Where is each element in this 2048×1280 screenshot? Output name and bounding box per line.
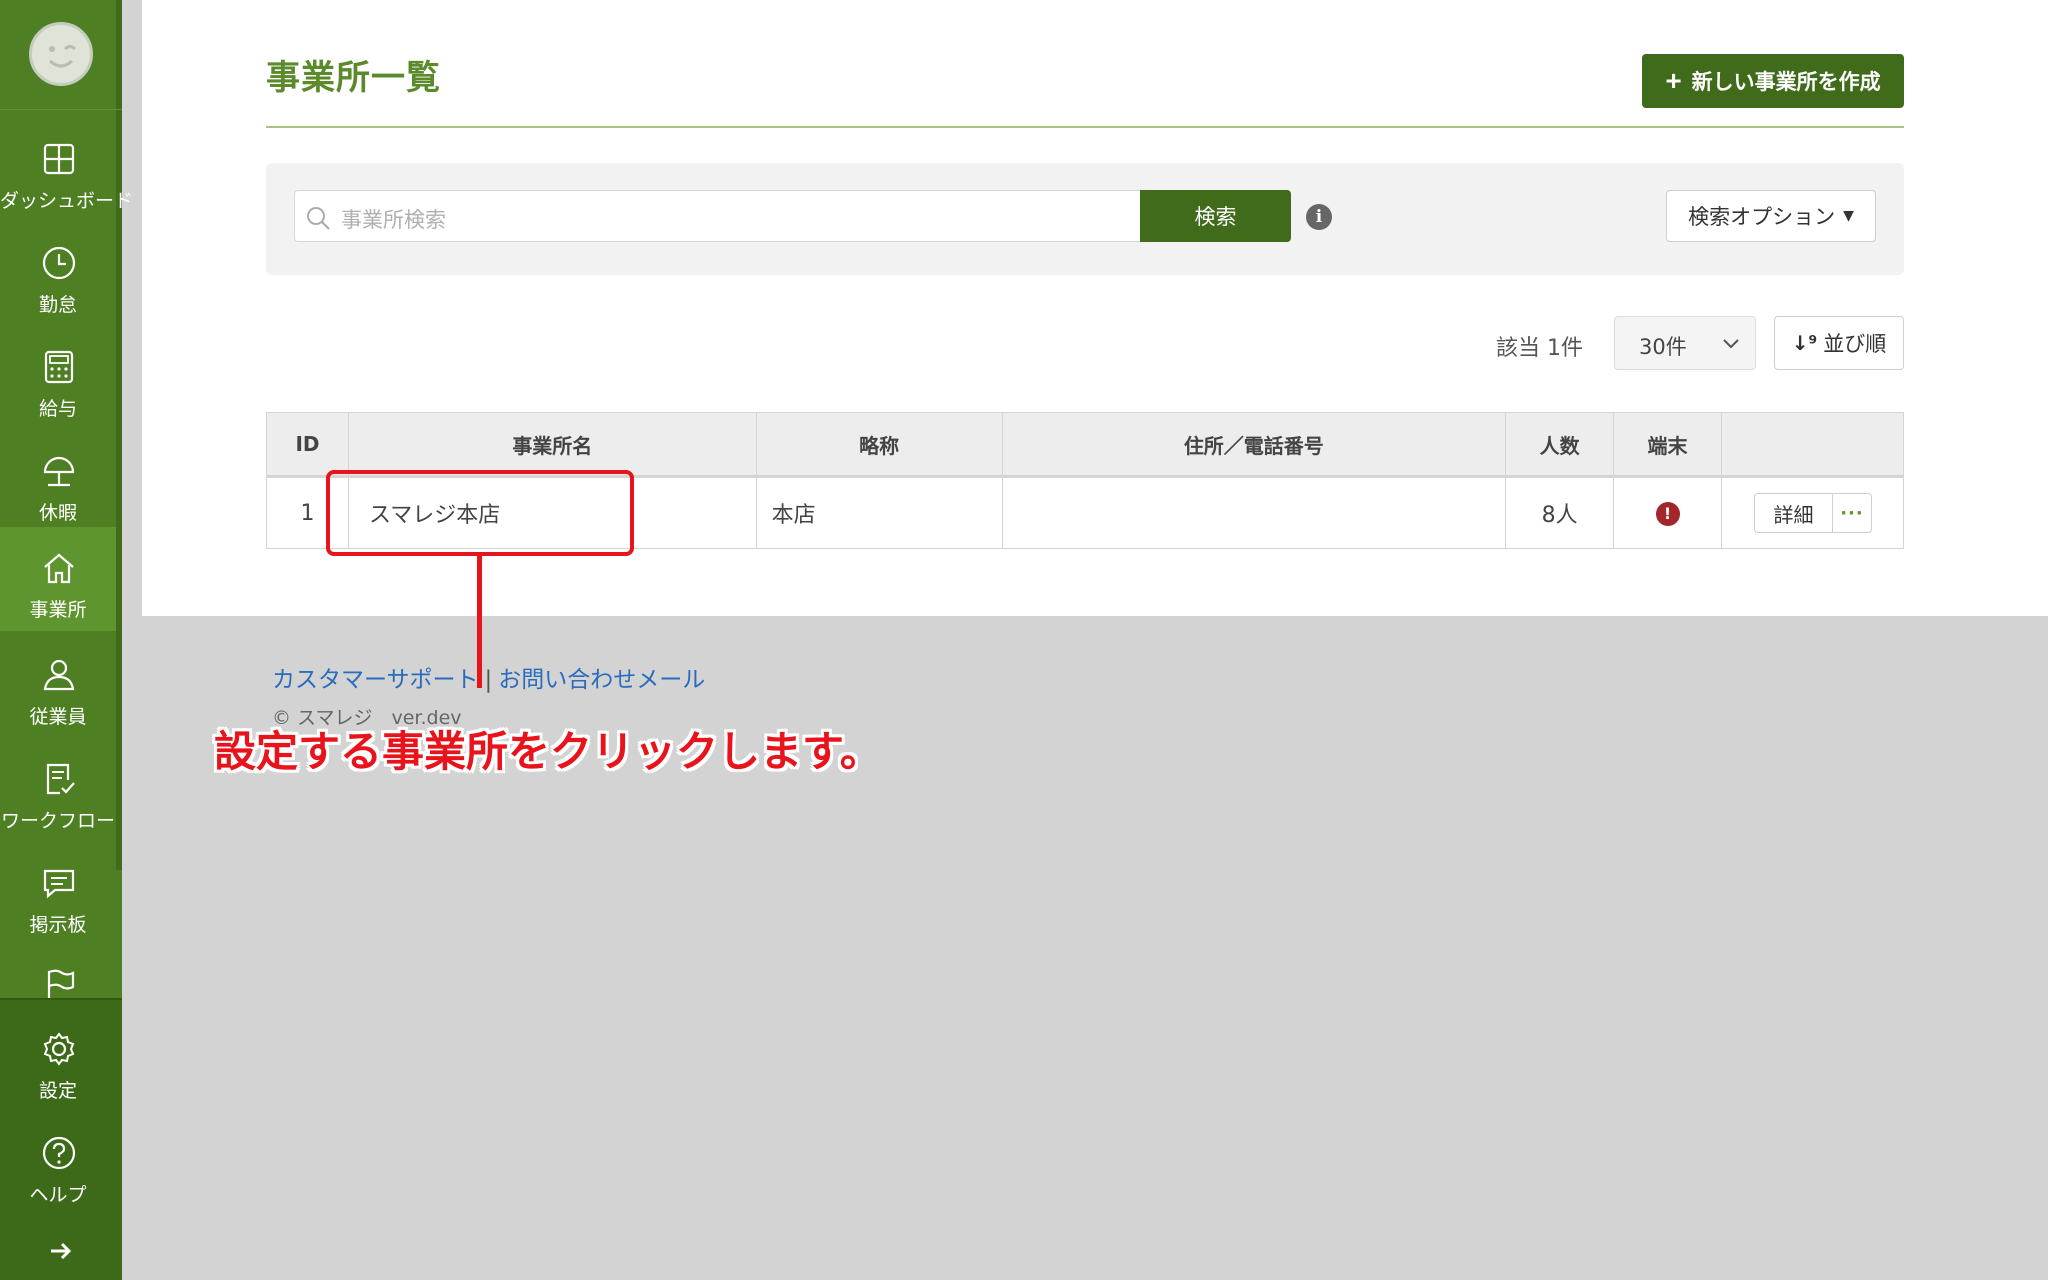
cell-address: [1001, 476, 1507, 549]
home-icon: [44, 553, 74, 584]
message-icon: [43, 869, 75, 899]
sort-icon: ↓⁹: [1791, 331, 1818, 355]
col-header-id: ID: [266, 412, 349, 478]
title-divider: [266, 126, 1904, 128]
per-page-select[interactable]: 30件: [1614, 316, 1756, 370]
col-header-abbr: 略称: [755, 412, 1003, 478]
calculator-icon: [44, 350, 74, 384]
people-count-link[interactable]: 8人: [1505, 476, 1615, 549]
sidebar-item-label: 休暇: [38, 502, 77, 524]
page-title: 事業所一覧: [266, 58, 441, 98]
sidebar-item-label: ダッシュボード: [0, 190, 134, 212]
sidebar-item-help[interactable]: ヘルプ: [0, 1112, 116, 1216]
sidebar-item-label: 設定: [38, 1080, 77, 1102]
checklist-icon: [46, 763, 75, 795]
sidebar-item-flag[interactable]: [0, 946, 116, 1000]
table-header-row: ID 事業所名 略称 住所／電話番号 人数 端末: [266, 412, 1905, 478]
clock-icon: [42, 246, 76, 280]
sidebar: ダッシュボード 勤怠 給与 休暇 事業所 従業員 ワークフロー 掲示板 設定 ヘ…: [0, 0, 134, 1280]
plus-icon: +: [1665, 65, 1682, 96]
col-header-address: 住所／電話番号: [1001, 412, 1507, 478]
col-header-people: 人数: [1505, 412, 1615, 478]
expand-arrow-icon[interactable]: [46, 1236, 76, 1266]
sidebar-item-vacation[interactable]: 休暇: [0, 430, 116, 534]
search-options-label: 検索オプション: [1688, 205, 1836, 229]
chevron-down-icon: [1723, 339, 1739, 349]
avatar-area: [0, 0, 122, 110]
cell-terminal: !: [1613, 476, 1722, 549]
sidebar-item-offices[interactable]: 事業所: [0, 527, 116, 631]
col-header-terminal: 端末: [1613, 412, 1722, 478]
detail-button[interactable]: 詳細: [1755, 494, 1833, 532]
search-placeholder: 事業所検索: [341, 208, 446, 232]
sidebar-item-label: 掲示板: [29, 914, 87, 936]
sidebar-item-board[interactable]: 掲示板: [0, 842, 116, 946]
avatar[interactable]: [29, 22, 93, 86]
footer-separator: |: [484, 667, 493, 693]
sidebar-item-label: 事業所: [29, 599, 87, 621]
gear-icon: [43, 1032, 75, 1066]
annotation-text: 設定する事業所をクリックします。: [214, 727, 882, 776]
cell-abbr: 本店: [755, 476, 1003, 549]
sidebar-item-label: ワークフロー: [0, 810, 115, 832]
sidebar-item-label: ヘルプ: [29, 1184, 87, 1206]
sort-button[interactable]: ↓⁹ 並び順: [1774, 316, 1904, 370]
help-icon: [42, 1136, 76, 1170]
search-button[interactable]: 検索: [1140, 190, 1291, 242]
search-icon: [307, 207, 330, 230]
highlight-box: [326, 470, 634, 556]
customer-support-link[interactable]: カスタマーサポート: [272, 667, 479, 693]
search-options-button[interactable]: 検索オプション ▼: [1666, 190, 1876, 242]
per-page-value: 30件: [1639, 335, 1687, 359]
sidebar-item-label: 給与: [38, 398, 77, 420]
umbrella-icon: [43, 456, 75, 487]
search-input[interactable]: 事業所検索: [294, 190, 1140, 242]
info-icon[interactable]: i: [1306, 204, 1332, 230]
sidebar-item-label: 従業員: [29, 706, 87, 728]
col-header-name: 事業所名: [347, 412, 757, 478]
dashboard-icon: [43, 143, 75, 175]
sidebar-item-payroll[interactable]: 給与: [0, 326, 116, 430]
sidebar-item-settings[interactable]: 設定: [0, 1008, 116, 1112]
detail-button-group: 詳細 ···: [1753, 493, 1872, 533]
sidebar-scrollbar[interactable]: [116, 0, 122, 870]
sidebar-item-label: 勤怠: [38, 294, 77, 316]
sort-label: 並び順: [1823, 332, 1887, 356]
warning-icon: !: [1655, 502, 1680, 526]
callout-line: [477, 556, 482, 688]
col-header-actions: [1720, 412, 1905, 478]
contact-mail-link[interactable]: お問い合わせメール: [498, 667, 705, 693]
sidebar-item-attendance[interactable]: 勤怠: [0, 222, 116, 326]
sidebar-item-employees[interactable]: 従業員: [0, 634, 116, 738]
result-count: 該当 1件: [1496, 336, 1583, 361]
smile-icon: [48, 45, 77, 68]
person-icon: [43, 659, 75, 691]
caret-down-icon: ▼: [1843, 208, 1854, 224]
sidebar-item-dashboard[interactable]: ダッシュボード: [0, 118, 134, 222]
sidebar-item-workflow[interactable]: ワークフロー: [0, 738, 116, 842]
create-office-label: 新しい事業所を作成: [1691, 71, 1881, 94]
cell-actions: 詳細 ···: [1720, 476, 1905, 549]
create-office-button[interactable]: + 新しい事業所を作成: [1642, 54, 1904, 108]
footer-links: カスタマーサポート | お問い合わせメール: [272, 660, 705, 694]
more-options-icon[interactable]: ···: [1833, 494, 1871, 532]
